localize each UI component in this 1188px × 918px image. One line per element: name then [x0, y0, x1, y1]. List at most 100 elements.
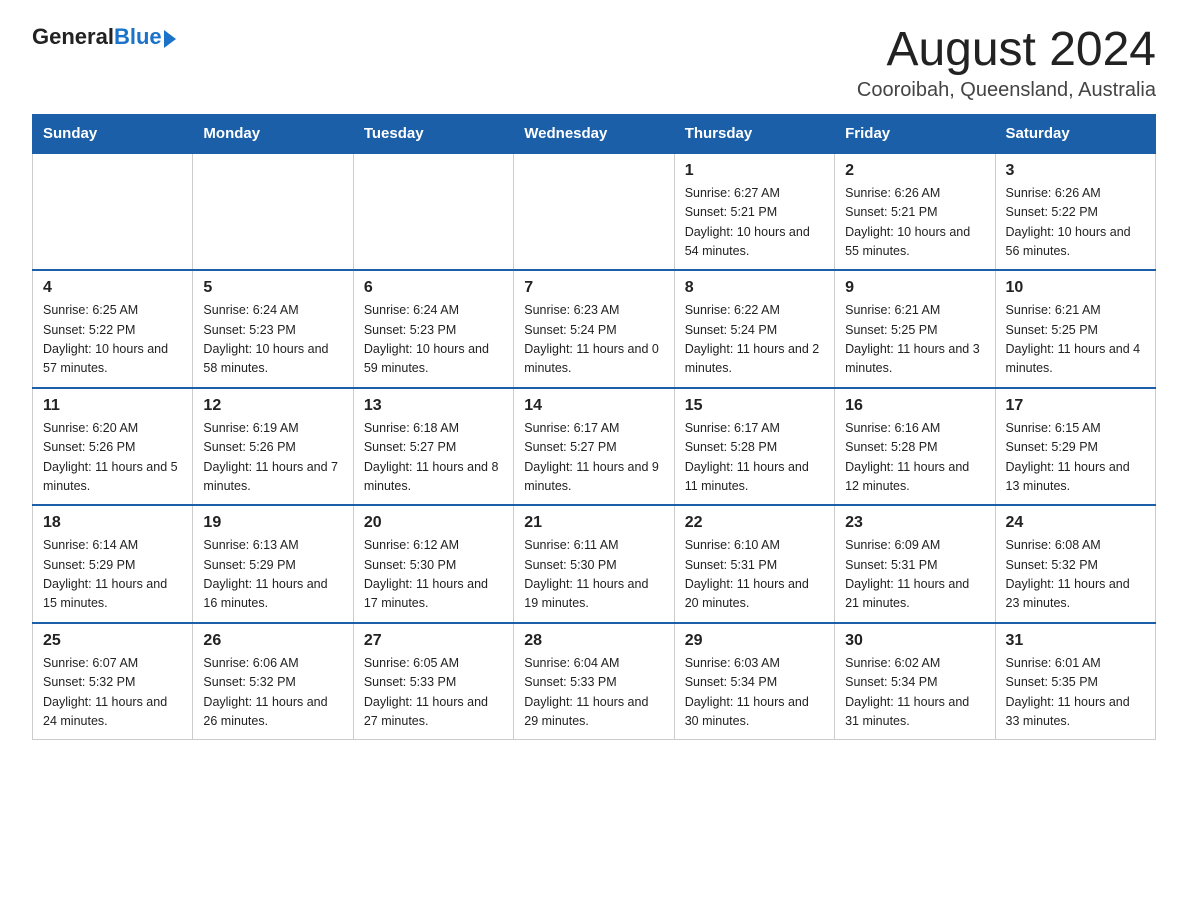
- day-info: Sunrise: 6:11 AMSunset: 5:30 PMDaylight:…: [524, 536, 663, 614]
- day-number: 23: [845, 514, 984, 532]
- day-info: Sunrise: 6:14 AMSunset: 5:29 PMDaylight:…: [43, 536, 182, 614]
- table-row: 15 Sunrise: 6:17 AMSunset: 5:28 PMDayligh…: [674, 388, 834, 506]
- table-row: 7 Sunrise: 6:23 AMSunset: 5:24 PMDaylight…: [514, 270, 674, 388]
- table-row: 27 Sunrise: 6:05 AMSunset: 5:33 PMDayligh…: [353, 623, 513, 740]
- table-row: 30Sunrise: 6:02 AMSunset: 5:34 PMDayligh…: [835, 623, 995, 740]
- day-info: Sunrise: 6:06 AMSunset: 5:32 PMDaylight:…: [203, 654, 342, 732]
- day-number: 22: [685, 514, 824, 532]
- day-number: 26: [203, 632, 342, 650]
- day-number: 31: [1006, 632, 1145, 650]
- table-row: 26 Sunrise: 6:06 AMSunset: 5:32 PMDayligh…: [193, 623, 353, 740]
- day-info: Sunrise: 6:08 AMSunset: 5:32 PMDaylight:…: [1006, 536, 1145, 614]
- logo: GeneralBlue: [32, 24, 176, 50]
- table-row: 6 Sunrise: 6:24 AMSunset: 5:23 PMDaylight…: [353, 270, 513, 388]
- day-number: 27: [364, 632, 503, 650]
- calendar-week-row: 18 Sunrise: 6:14 AMSunset: 5:29 PMDayligh…: [33, 505, 1156, 623]
- day-number: 24: [1006, 514, 1145, 532]
- day-info: Sunrise: 6:17 AMSunset: 5:27 PMDaylight:…: [524, 419, 663, 497]
- table-row: [514, 153, 674, 271]
- day-info: Sunrise: 6:23 AMSunset: 5:24 PMDaylight:…: [524, 301, 663, 379]
- table-row: 1 Sunrise: 6:27 AMSunset: 5:21 PMDaylight…: [674, 153, 834, 271]
- day-info: Sunrise: 6:04 AMSunset: 5:33 PMDaylight:…: [524, 654, 663, 732]
- day-info: Sunrise: 6:03 AMSunset: 5:34 PMDaylight:…: [685, 654, 824, 732]
- day-number: 1: [685, 162, 824, 180]
- day-info: Sunrise: 6:17 AMSunset: 5:28 PMDaylight:…: [685, 419, 824, 497]
- col-monday: Monday: [193, 114, 353, 153]
- table-row: 16Sunrise: 6:16 AMSunset: 5:28 PMDayligh…: [835, 388, 995, 506]
- day-info: Sunrise: 6:05 AMSunset: 5:33 PMDaylight:…: [364, 654, 503, 732]
- day-number: 25: [43, 632, 182, 650]
- day-number: 29: [685, 632, 824, 650]
- calendar-week-row: 11 Sunrise: 6:20 AMSunset: 5:26 PMDayligh…: [33, 388, 1156, 506]
- table-row: 20 Sunrise: 6:12 AMSunset: 5:30 PMDayligh…: [353, 505, 513, 623]
- table-row: 12Sunrise: 6:19 AMSunset: 5:26 PMDayligh…: [193, 388, 353, 506]
- calendar-week-row: 1 Sunrise: 6:27 AMSunset: 5:21 PMDaylight…: [33, 153, 1156, 271]
- table-row: 13 Sunrise: 6:18 AMSunset: 5:27 PMDayligh…: [353, 388, 513, 506]
- location-subtitle: Cooroibah, Queensland, Australia: [857, 79, 1156, 102]
- day-number: 7: [524, 279, 663, 297]
- calendar-table: Sunday Monday Tuesday Wednesday Thursday…: [32, 114, 1156, 741]
- day-number: 18: [43, 514, 182, 532]
- table-row: 22 Sunrise: 6:10 AMSunset: 5:31 PMDayligh…: [674, 505, 834, 623]
- table-row: 2 Sunrise: 6:26 AMSunset: 5:21 PMDaylight…: [835, 153, 995, 271]
- day-info: Sunrise: 6:09 AMSunset: 5:31 PMDaylight:…: [845, 536, 984, 614]
- day-info: Sunrise: 6:22 AMSunset: 5:24 PMDaylight:…: [685, 301, 824, 379]
- day-number: 4: [43, 279, 182, 297]
- table-row: 3Sunrise: 6:26 AMSunset: 5:22 PMDaylight…: [995, 153, 1155, 271]
- day-info: Sunrise: 6:24 AMSunset: 5:23 PMDaylight:…: [364, 301, 503, 379]
- table-row: 17 Sunrise: 6:15 AMSunset: 5:29 PMDayligh…: [995, 388, 1155, 506]
- day-info: Sunrise: 6:15 AMSunset: 5:29 PMDaylight:…: [1006, 419, 1145, 497]
- day-info: Sunrise: 6:20 AMSunset: 5:26 PMDaylight:…: [43, 419, 182, 497]
- table-row: 28 Sunrise: 6:04 AMSunset: 5:33 PMDayligh…: [514, 623, 674, 740]
- col-sunday: Sunday: [33, 114, 193, 153]
- day-number: 11: [43, 397, 182, 415]
- day-info: Sunrise: 6:10 AMSunset: 5:31 PMDaylight:…: [685, 536, 824, 614]
- table-row: 23 Sunrise: 6:09 AMSunset: 5:31 PMDayligh…: [835, 505, 995, 623]
- calendar-week-row: 25Sunrise: 6:07 AMSunset: 5:32 PMDayligh…: [33, 623, 1156, 740]
- col-tuesday: Tuesday: [353, 114, 513, 153]
- page-header: GeneralBlue August 2024 Cooroibah, Queen…: [32, 24, 1156, 102]
- table-row: 10Sunrise: 6:21 AMSunset: 5:25 PMDayligh…: [995, 270, 1155, 388]
- logo-general: General: [32, 24, 114, 49]
- day-info: Sunrise: 6:13 AMSunset: 5:29 PMDaylight:…: [203, 536, 342, 614]
- table-row: [33, 153, 193, 271]
- day-info: Sunrise: 6:16 AMSunset: 5:28 PMDaylight:…: [845, 419, 984, 497]
- table-row: 5 Sunrise: 6:24 AMSunset: 5:23 PMDaylight…: [193, 270, 353, 388]
- day-number: 28: [524, 632, 663, 650]
- day-number: 15: [685, 397, 824, 415]
- day-number: 5: [203, 279, 342, 297]
- col-wednesday: Wednesday: [514, 114, 674, 153]
- day-number: 20: [364, 514, 503, 532]
- day-info: Sunrise: 6:01 AMSunset: 5:35 PMDaylight:…: [1006, 654, 1145, 732]
- day-info: Sunrise: 6:27 AMSunset: 5:21 PMDaylight:…: [685, 184, 824, 262]
- page-title: August 2024: [857, 24, 1156, 77]
- table-row: 9Sunrise: 6:21 AMSunset: 5:25 PMDaylight…: [835, 270, 995, 388]
- day-number: 12: [203, 397, 342, 415]
- table-row: 24 Sunrise: 6:08 AMSunset: 5:32 PMDayligh…: [995, 505, 1155, 623]
- day-number: 2: [845, 162, 984, 180]
- table-row: [353, 153, 513, 271]
- day-number: 14: [524, 397, 663, 415]
- table-row: 21 Sunrise: 6:11 AMSunset: 5:30 PMDayligh…: [514, 505, 674, 623]
- table-row: 14 Sunrise: 6:17 AMSunset: 5:27 PMDayligh…: [514, 388, 674, 506]
- table-row: 29 Sunrise: 6:03 AMSunset: 5:34 PMDayligh…: [674, 623, 834, 740]
- day-info: Sunrise: 6:18 AMSunset: 5:27 PMDaylight:…: [364, 419, 503, 497]
- day-number: 17: [1006, 397, 1145, 415]
- col-friday: Friday: [835, 114, 995, 153]
- table-row: 11 Sunrise: 6:20 AMSunset: 5:26 PMDayligh…: [33, 388, 193, 506]
- day-info: Sunrise: 6:24 AMSunset: 5:23 PMDaylight:…: [203, 301, 342, 379]
- day-info: Sunrise: 6:12 AMSunset: 5:30 PMDaylight:…: [364, 536, 503, 614]
- col-saturday: Saturday: [995, 114, 1155, 153]
- calendar-week-row: 4Sunrise: 6:25 AMSunset: 5:22 PMDaylight…: [33, 270, 1156, 388]
- day-number: 8: [685, 279, 824, 297]
- col-thursday: Thursday: [674, 114, 834, 153]
- day-number: 21: [524, 514, 663, 532]
- table-row: 4Sunrise: 6:25 AMSunset: 5:22 PMDaylight…: [33, 270, 193, 388]
- day-number: 6: [364, 279, 503, 297]
- logo-blue: Blue: [114, 24, 162, 49]
- day-info: Sunrise: 6:26 AMSunset: 5:21 PMDaylight:…: [845, 184, 984, 262]
- day-number: 10: [1006, 279, 1145, 297]
- table-row: 18 Sunrise: 6:14 AMSunset: 5:29 PMDayligh…: [33, 505, 193, 623]
- day-number: 9: [845, 279, 984, 297]
- day-number: 13: [364, 397, 503, 415]
